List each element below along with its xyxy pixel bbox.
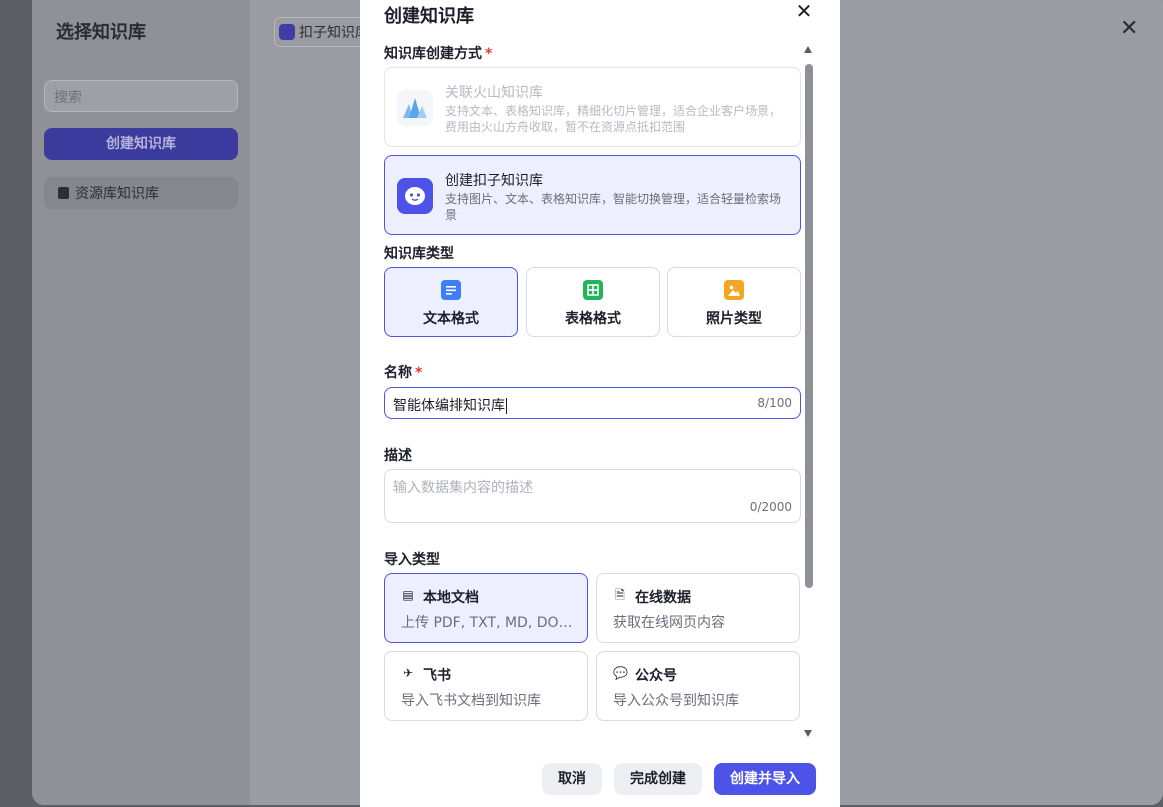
type-text-card[interactable]: 文本格式 xyxy=(384,267,518,337)
table-icon xyxy=(583,280,603,300)
sidebar-item-resource-library[interactable]: 资源库知识库 xyxy=(44,177,238,209)
import-feishu-card[interactable]: ✈ 飞书 导入飞书文档到知识库 xyxy=(384,651,588,721)
method-label: 知识库创建方式 * xyxy=(384,46,493,62)
image-icon xyxy=(724,280,744,300)
modal-title: 创建知识库 xyxy=(384,6,474,27)
desc-label: 描述 xyxy=(384,448,412,464)
background-search-input[interactable]: 搜索 xyxy=(44,80,238,112)
online-data-icon: 🗎 xyxy=(615,588,625,602)
desc-counter: 0/2000 xyxy=(749,500,792,514)
name-label: 名称 * xyxy=(384,365,423,381)
background-create-button[interactable]: 创建知识库 xyxy=(44,128,238,160)
method-coze-card[interactable]: 创建扣子知识库 支持图片、文本、表格知识库，智能切换管理，适合轻量检索场景 xyxy=(384,155,801,235)
name-input-value: 智能体编排知识库 xyxy=(393,398,507,414)
scroll-down-arrow-icon[interactable] xyxy=(804,730,812,737)
type-label-table: 表格格式 xyxy=(565,311,621,327)
import-title: 飞书 xyxy=(423,668,451,684)
name-counter: 8/100 xyxy=(757,396,792,410)
finish-create-button[interactable]: 完成创建 xyxy=(614,763,702,795)
create-knowledge-modal: 创建知识库 ✕ 知识库创建方式 * 关联火山知识库 支持文本、表格知识库，精细化切… xyxy=(360,0,840,807)
import-title: 在线数据 xyxy=(635,590,691,606)
desc-placeholder: 输入数据集内容的描述 xyxy=(393,480,533,496)
create-and-import-button[interactable]: 创建并导入 xyxy=(714,763,816,795)
book-icon xyxy=(58,187,69,199)
text-doc-icon xyxy=(441,280,461,300)
import-label: 导入类型 xyxy=(384,552,440,568)
name-input[interactable]: 智能体编排知识库 8/100 xyxy=(384,387,801,419)
type-label-image: 照片类型 xyxy=(706,311,762,327)
description-textarea[interactable]: 输入数据集内容的描述 0/2000 xyxy=(384,469,801,523)
chip-label: 扣子知识库 xyxy=(299,25,369,41)
modal-scroll-area[interactable]: 知识库创建方式 * 关联火山知识库 支持文本、表格知识库，精细化切片管理，适合企业… xyxy=(360,40,840,740)
wechat-icon: 💬 xyxy=(613,666,628,680)
close-icon[interactable]: ✕ xyxy=(793,0,815,22)
type-table-card[interactable]: 表格格式 xyxy=(526,267,660,337)
feishu-icon: ✈ xyxy=(402,666,414,680)
import-online-card[interactable]: 🗎 在线数据 获取在线网页内容 xyxy=(596,573,800,643)
import-desc: 导入公众号到知识库 xyxy=(613,693,739,709)
import-title: 公众号 xyxy=(635,668,677,684)
background-sidebar: 选择知识库 搜索 创建知识库 资源库知识库 xyxy=(32,0,250,805)
import-desc: 获取在线网页内容 xyxy=(613,615,725,631)
modal-scrollbar[interactable] xyxy=(804,46,814,740)
background-knowledge-chip[interactable]: 扣子知识库 xyxy=(274,17,370,47)
sidebar-item-label: 资源库知识库 xyxy=(75,186,159,202)
background-title: 选择知识库 xyxy=(56,22,146,43)
type-label: 知识库类型 xyxy=(384,246,454,262)
local-file-icon: ▤ xyxy=(402,588,414,602)
type-image-card[interactable]: 照片类型 xyxy=(667,267,801,337)
method-desc: 支持文本、表格知识库，精细化切片管理，适合企业客户场景，费用由火山方舟收取，暂不… xyxy=(445,104,782,134)
import-local-card[interactable]: ▤ 本地文档 上传 PDF, TXT, MD, DOC, DOCX 格式的本地文… xyxy=(384,573,588,643)
method-title: 创建扣子知识库 xyxy=(445,173,543,189)
coze-logo-icon xyxy=(279,24,295,40)
scrollbar-thumb[interactable] xyxy=(805,64,813,588)
coze-logo-icon xyxy=(397,178,433,214)
import-desc: 上传 PDF, TXT, MD, DOC, DOCX 格式的本地文件 xyxy=(401,615,577,631)
scroll-up-arrow-icon[interactable] xyxy=(804,46,812,53)
cancel-button[interactable]: 取消 xyxy=(542,763,602,795)
type-label-text: 文本格式 xyxy=(423,311,479,327)
import-desc: 导入飞书文档到知识库 xyxy=(401,693,541,709)
import-title: 本地文档 xyxy=(423,590,479,606)
method-volcano-card[interactable]: 关联火山知识库 支持文本、表格知识库，精细化切片管理，适合企业客户场景，费用由火… xyxy=(384,67,801,147)
import-wechat-card[interactable]: 💬 公众号 导入公众号到知识库 xyxy=(596,651,800,721)
volcano-logo-icon xyxy=(397,90,433,126)
method-desc: 支持图片、文本、表格知识库，智能切换管理，适合轻量检索场景 xyxy=(445,192,782,222)
background-close-icon[interactable]: ✕ xyxy=(1120,18,1138,40)
method-title: 关联火山知识库 xyxy=(445,85,543,101)
